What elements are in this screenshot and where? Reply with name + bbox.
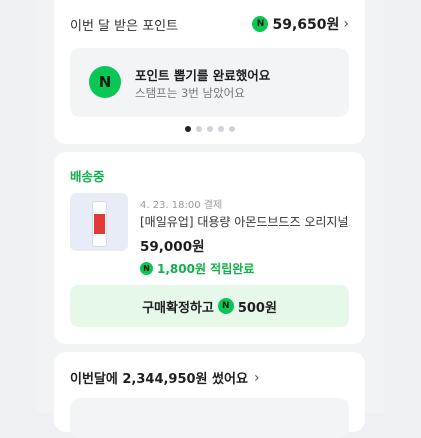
product-name[interactable]: [매일유업] 대용량 아몬드브드즈 오리지널.. xyxy=(140,213,350,230)
points-amount-link[interactable]: N 59,650원 › xyxy=(252,14,349,34)
carousel-dot[interactable] xyxy=(206,126,213,132)
confirm-amount: 500원 xyxy=(237,300,277,316)
confirm-prefix: 구매확정하고 xyxy=(142,300,214,316)
naver-pay-n-icon: N xyxy=(89,66,121,98)
naver-pay-n-icon: N xyxy=(217,298,234,314)
delivery-card: 배송중 4. 23. 18:00 결제 [매일유업] 대용량 아몬드브드즈 오리… xyxy=(54,152,365,344)
stamp-banner[interactable]: N 포인트 뽑기를 완료했어요 스탬프는 3번 남았어요 xyxy=(70,48,349,117)
chevron-right-icon: › xyxy=(253,369,260,386)
product-thumbnail[interactable] xyxy=(70,193,128,251)
carousel-dot[interactable] xyxy=(184,126,191,132)
naver-pay-n-icon: N xyxy=(140,262,153,275)
reward-text: 1,800원 적립완료 xyxy=(157,262,255,276)
points-label: 이번 달 받은 포인트 xyxy=(70,18,179,34)
carousel-dot[interactable] xyxy=(228,126,235,132)
spending-detail-box xyxy=(70,398,349,438)
spending-summary: 이번달에 2,344,950원 썼어요 xyxy=(70,372,248,387)
points-row[interactable]: 이번 달 받은 포인트 N 59,650원 › xyxy=(70,14,349,34)
points-card: 이번 달 받은 포인트 N 59,650원 › N 포인트 뽑기를 완료했어요 … xyxy=(54,0,365,144)
order-date: 4. 23. 18:00 결제 xyxy=(140,200,223,211)
spending-summary-link[interactable]: 이번달에 2,344,950원 썼어요 › xyxy=(70,368,260,388)
naver-pay-n-icon: N xyxy=(252,16,269,32)
chevron-right-icon: › xyxy=(343,16,349,32)
carousel-indicator xyxy=(54,126,365,132)
confirm-purchase-button[interactable]: 구매확정하고 N 500원 xyxy=(70,285,349,327)
stamp-subtitle: 스탬프는 3번 남았어요 xyxy=(135,86,245,100)
app-page: 이번 달 받은 포인트 N 59,650원 › N 포인트 뽑기를 완료했어요 … xyxy=(36,0,384,438)
delivery-status: 배송중 xyxy=(70,169,105,184)
product-price: 59,000원 xyxy=(140,239,205,255)
stamp-title: 포인트 뽑기를 완료했어요 xyxy=(135,68,271,83)
points-amount: 59,650원 xyxy=(272,17,340,33)
carousel-dot[interactable] xyxy=(195,126,202,132)
spending-card: 이번달에 2,344,950원 썼어요 › xyxy=(54,352,365,438)
carousel-dot[interactable] xyxy=(217,126,224,132)
reward-status: N 1,800원 적립완료 xyxy=(140,260,254,277)
bottle-image xyxy=(92,201,107,247)
